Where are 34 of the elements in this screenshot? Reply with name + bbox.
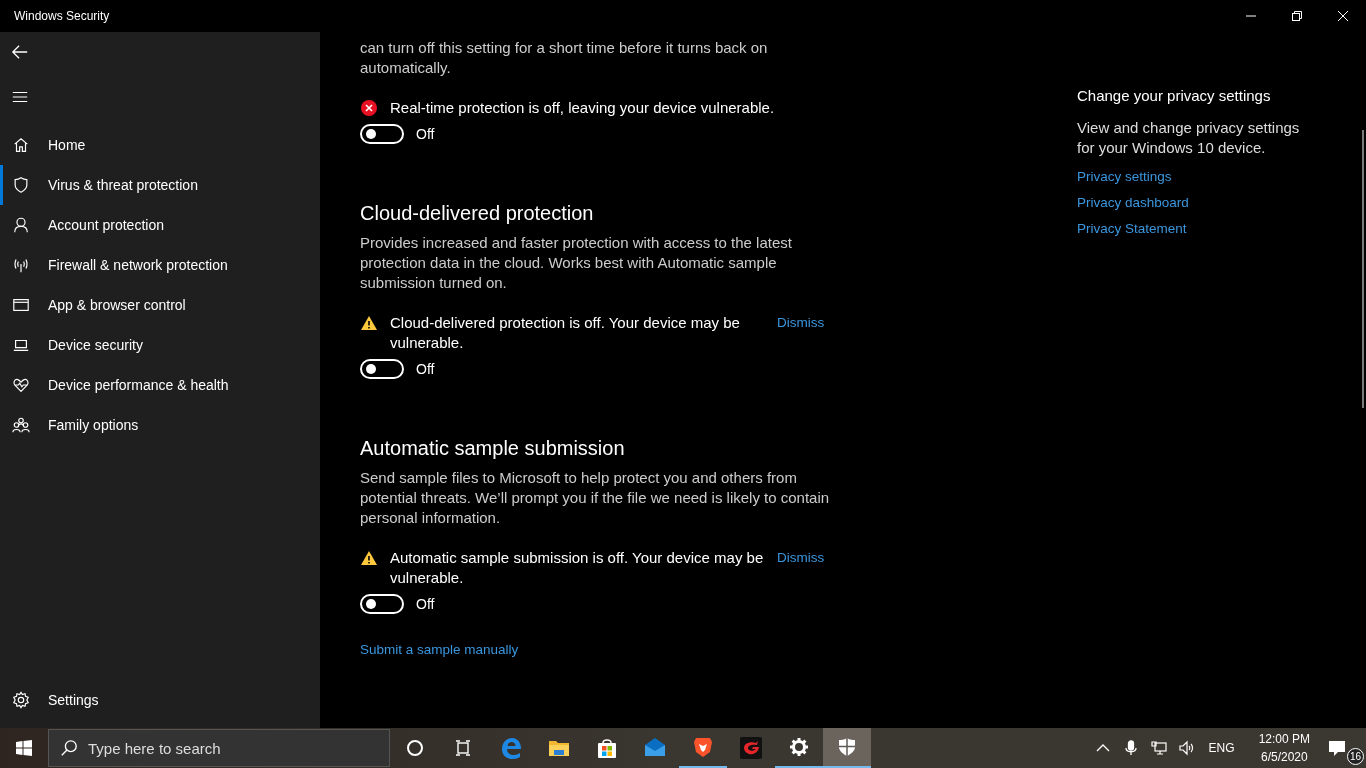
section-description: Send sample files to Microsoft to help protect you and others from potential threats. We’ll prompt you if the file we need is likely to contain personal information.: [360, 468, 831, 528]
search-field[interactable]: Type here to search: [48, 729, 390, 767]
alert-message: Automatic sample submission is off. Your device may be vulnerable.: [390, 548, 765, 588]
clock-time: 12:00 PM: [1258, 731, 1310, 748]
nav-item[interactable]: Firewall & network protection: [0, 245, 320, 285]
window-title: Windows Security: [13, 9, 110, 23]
section-description: Provides increased and faster protection with access to the latest protection data in the cloud. Works best with Automatic sample submission turned on.: [360, 233, 793, 293]
dismiss-link[interactable]: Dismiss: [777, 548, 825, 568]
nav-item[interactable]: Account protection: [0, 205, 320, 245]
nav-item[interactable]: Device security: [0, 325, 320, 365]
privacy-heading: Change your privacy settings: [1077, 86, 1271, 106]
privacy-link[interactable]: Privacy Statement: [1077, 216, 1187, 242]
section-title: Automatic sample submission: [360, 436, 626, 461]
privacy-link[interactable]: Privacy dashboard: [1077, 190, 1189, 216]
privacy-link[interactable]: Privacy settings: [1077, 164, 1172, 190]
clock-date: 6/5/2020: [1260, 749, 1308, 766]
toggle-label: Off: [416, 596, 435, 612]
toggle-label: Off: [416, 361, 435, 377]
submit-sample-link[interactable]: Submit a sample manually: [360, 640, 519, 660]
alert-message: Real-time protection is off, leaving your device vulnerable.: [390, 98, 775, 118]
settings-item[interactable]: Settings: [0, 680, 320, 720]
section-description: can turn off this setting for a short time before it turns back on automatically.: [360, 38, 769, 78]
nav-item[interactable]: Home: [0, 125, 320, 165]
section-title: Cloud-delivered protection: [360, 201, 595, 226]
language-indicator[interactable]: ENG: [1208, 741, 1235, 755]
notification-count: 16: [1347, 748, 1364, 765]
privacy-description: View and change privacy settings for your Windows 10 device.: [1077, 118, 1301, 158]
nav-item[interactable]: Device performance & health: [0, 365, 320, 405]
clock[interactable]: 12:00 PM 6/5/2020: [1258, 730, 1310, 766]
dismiss-link[interactable]: Dismiss: [777, 313, 825, 333]
nav-item[interactable]: App & browser control: [0, 285, 320, 325]
toggle-label: Off: [416, 126, 435, 142]
alert-message: Cloud-delivered protection is off. Your device may be vulnerable.: [390, 313, 741, 353]
nav-item[interactable]: Family options: [0, 405, 320, 445]
